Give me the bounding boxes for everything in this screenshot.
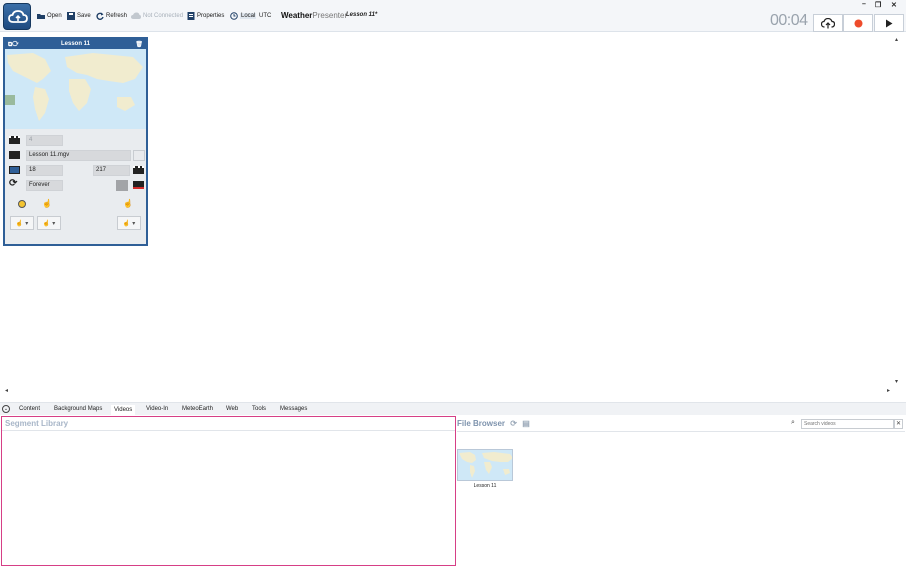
properties-button[interactable]: Properties [187,10,224,22]
save-icon [67,12,75,20]
chevron-down-icon: ▾ [132,220,136,227]
local-label: Local [240,13,257,19]
play-icon [886,19,893,27]
refresh-icon [96,12,104,20]
trigger-dropdown-3[interactable]: ☝ ▾ [117,216,141,230]
app-logo-button[interactable] [3,3,31,30]
segment-map-thumbnail[interactable] [5,49,146,129]
segment-library-title: Segment Library [2,417,455,431]
play-button[interactable] [874,14,904,32]
cloud-upload-button[interactable] [813,14,843,32]
restore-button[interactable]: ❐ [875,1,881,9]
scroll-right-arrow[interactable]: ▸ [887,387,890,394]
status-indicator-icon [18,200,26,208]
transition-icon [133,181,144,189]
scroll-up-arrow[interactable]: ▴ [895,36,898,43]
record-icon [854,19,862,27]
clock-icon [230,12,238,20]
file-thumbnail[interactable] [457,449,513,481]
segment-library-panel[interactable]: Segment Library [1,416,456,566]
utc-time-toggle[interactable]: UTC [259,10,271,22]
connection-status-button[interactable]: Not Connected [131,10,183,22]
tab-tools[interactable]: Tools [252,406,266,412]
utc-label: UTC [259,13,272,19]
close-window-button[interactable]: ✕ [891,1,897,9]
file-name-field[interactable]: Lesson 11.mgv [26,150,131,161]
tab-messages[interactable]: Messages [280,406,307,412]
lesson-title: Lesson 11* [346,12,378,18]
refresh-button[interactable]: Refresh [96,10,127,22]
open-label: Open [47,13,62,19]
segment-title: Lesson 11 [60,41,90,47]
brand-wordmark: WeatherPresenter [281,11,347,20]
world-map-icon [5,49,146,129]
hand-icon: ☝ [42,220,51,227]
segment-card[interactable]: ⧉⟳ Lesson 11 🗑 4 Lesson 11.mgv 18 217 ⟳ … [3,37,148,246]
scroll-down-arrow[interactable]: ▾ [895,378,898,385]
record-button[interactable] [843,14,873,32]
end-frame-icon [133,166,144,174]
open-folder-icon[interactable]: ▤ [522,419,530,428]
world-map-thumbnail-icon [458,450,512,480]
frame-count-icon [9,136,20,144]
cloud-icon [131,12,141,19]
loop-mode-field[interactable]: Forever [26,180,63,191]
open-button[interactable]: Open [37,10,62,22]
tab-web[interactable]: Web [226,406,238,412]
chevron-down-icon: ▾ [52,220,56,227]
tab-content[interactable]: Content [19,406,40,412]
chevron-down-icon: ▾ [25,220,29,227]
tab-videos[interactable]: Videos [111,405,136,415]
minimize-button[interactable]: – [862,1,866,8]
loop-icon: ⟳ [9,178,18,189]
file-browser-title: File Browser [457,419,506,428]
file-browser-divider [457,431,905,432]
clear-search-button[interactable]: ✕ [894,419,903,429]
file-browser-header: File Browser ⟳ ▤ [457,419,530,428]
brand-light: Presenter [312,11,348,20]
hand-icon: ☝ [15,220,24,227]
properties-label: Properties [197,13,225,19]
folder-icon [37,14,45,19]
timer-display: 00:04 [770,12,808,29]
hand-icon: ☝ [122,220,131,227]
search-videos-input[interactable] [801,419,894,429]
refresh-label: Refresh [106,13,128,19]
color-swatch[interactable] [116,180,128,191]
trigger-dropdown-2[interactable]: ☝ ▾ [37,216,61,230]
frame-count-field[interactable]: 4 [26,135,63,146]
tab-meteoearth[interactable]: MeteoEarth [182,406,213,412]
refresh-icon[interactable]: ⟳ [510,419,517,428]
search-icon: ⌕ [791,419,795,426]
app-window: Open Save Refresh Not Connected Properti… [0,0,906,568]
start-frame-field[interactable]: 18 [26,165,63,176]
browse-folder-button[interactable] [133,150,145,161]
collapse-panel-button[interactable]: ⌄ [2,405,10,413]
properties-icon [187,12,195,20]
local-time-toggle[interactable]: Local [230,10,257,22]
save-button[interactable]: Save [67,10,91,22]
bottom-tab-bar: ⌄ Content Background Maps Videos Video-I… [0,402,906,415]
tab-background-maps[interactable]: Background Maps [54,406,102,412]
video-file-icon [9,151,20,159]
trigger-dropdown-1[interactable]: ☝ ▾ [10,216,34,230]
hand-pointer-right-icon: ☝ [123,199,133,208]
brand-bold: Weather [281,11,313,20]
segment-card-header: ⧉⟳ Lesson 11 🗑 [5,39,146,49]
cloud-logo-icon [8,10,28,23]
tab-video-in[interactable]: Video-In [146,406,168,412]
cloud-upload-icon [821,17,835,28]
file-thumbnail-label: Lesson 11 [473,483,497,489]
start-frame-icon [9,166,20,174]
toolbar: Open Save Refresh Not Connected Properti… [0,0,906,32]
save-label: Save [77,13,91,19]
hand-pointer-icon: ☝ [42,199,52,208]
end-frame-field[interactable]: 217 [93,165,130,176]
not-connected-label: Not Connected [143,13,184,19]
scroll-left-arrow[interactable]: ◂ [5,387,8,394]
